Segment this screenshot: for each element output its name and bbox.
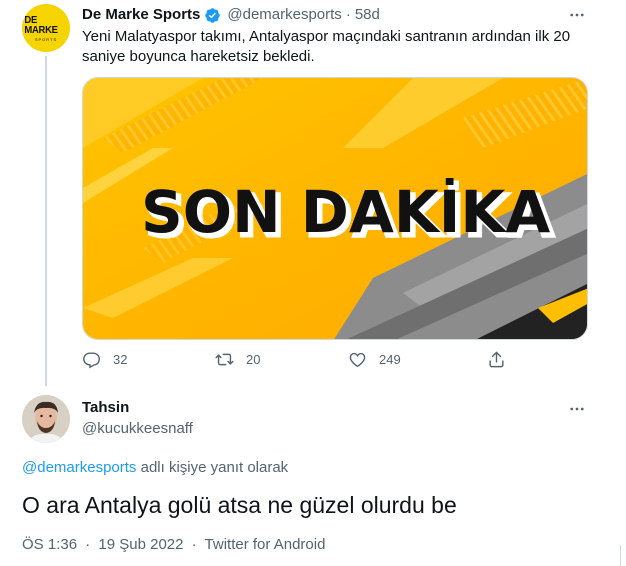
reply-metadata: ÖS 1:36 · 19 Şub 2022 · Twitter for Andr… [22,535,325,555]
retweet-icon [215,353,234,366]
meta-separator: · [85,536,91,553]
author-handle[interactable]: @demarkesports [227,5,341,25]
like-count: 249 [379,352,401,367]
retweet-button[interactable]: 20 [215,350,260,369]
replying-to-text: adlı kişiye yanıt olarak [136,459,289,476]
header-separator: · [345,6,351,23]
author-avatar[interactable]: DE MARKE SPORTS [22,4,70,52]
tweet-action-bar: 32 20 249 [82,350,512,374]
replying-to-line: @demarkesports adlı kişiye yanıt olarak [22,458,288,478]
retweet-count: 20 [246,352,261,367]
reply-icon [83,352,100,369]
thread-connector-line [45,56,47,386]
tweet-text: Yeni Malatyaspor takımı, Antalyaspor maç… [82,28,571,65]
verified-badge-icon [204,7,221,24]
more-options-icon[interactable] [566,4,588,26]
reply-author-name[interactable]: Tahsin [82,398,129,418]
adjacent-panel-edge [620,545,626,566]
meta-separator: · [191,536,197,553]
reply-source[interactable]: Twitter for Android [205,536,326,553]
reply-author-handle[interactable]: @kucukkeesnaff [82,419,193,439]
reply-button[interactable]: 32 [82,350,127,369]
reply-count: 32 [113,352,128,367]
avatar-logo-text: DE MARKE [24,13,58,36]
image-headline: SON DAKİKA [141,177,550,246]
avatar-logo-subtext: SPORTS [34,36,58,42]
tweet-timestamp[interactable]: 58d [355,5,380,25]
author-name[interactable]: De Marke Sports [82,5,200,25]
reply-author-avatar[interactable] [22,395,70,443]
replying-to-mention[interactable]: @demarkesports [22,459,136,476]
reply-more-options-icon[interactable] [566,398,588,420]
tweet-header: De Marke Sports @demarkesports · 58d [82,5,380,25]
like-button[interactable]: 249 [348,350,401,369]
reply-date[interactable]: 19 Şub 2022 [98,536,183,553]
reply-text: O ara Antalya golü atsa ne güzel olurdu … [22,492,457,518]
reply-time[interactable]: ÖS 1:36 [22,536,77,553]
share-icon [489,351,504,368]
tweet-image[interactable]: SON DAKİKA SON DAKİKA [82,77,588,340]
heart-icon [349,352,366,368]
share-button[interactable] [487,350,518,369]
